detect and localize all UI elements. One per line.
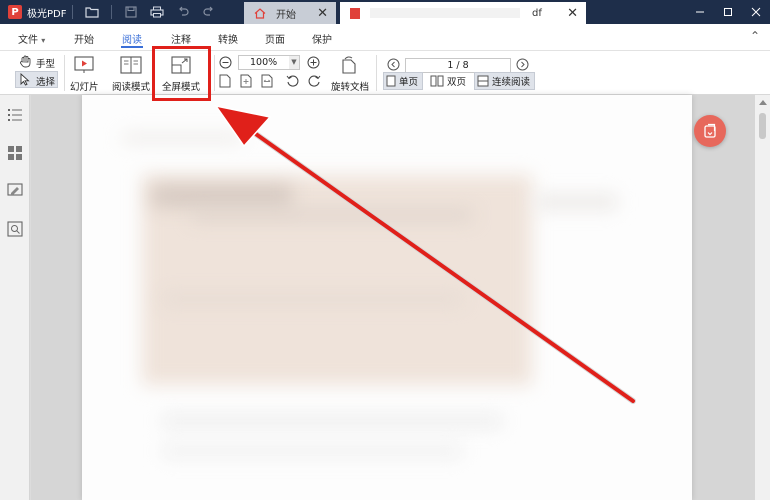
blurred-text-line: [537, 195, 617, 209]
separator: [376, 55, 377, 91]
book-icon[interactable]: [120, 56, 142, 77]
floating-convert-button[interactable]: [694, 115, 726, 147]
hand-tool-label[interactable]: 手型: [36, 56, 55, 70]
pdf-file-icon: [350, 7, 360, 19]
left-sidebar: [0, 95, 30, 500]
vertical-scrollbar[interactable]: [755, 95, 770, 500]
continuous-reading-icon: [477, 75, 489, 87]
tab-document[interactable]: df ✕: [340, 2, 586, 24]
page-number-input[interactable]: 1 / 8: [405, 58, 511, 73]
zoom-select[interactable]: 100% ▼: [238, 55, 300, 70]
single-page-icon: [386, 75, 396, 87]
slideshow-icon[interactable]: [74, 56, 94, 77]
collapse-ribbon-icon[interactable]: ⌃: [750, 29, 760, 43]
menu-page[interactable]: 页面: [265, 31, 285, 46]
continuous-reading-button[interactable]: 连续阅读: [474, 72, 536, 90]
rotate-right-icon[interactable]: [307, 74, 321, 91]
window-controls: [686, 0, 770, 24]
restore-icon[interactable]: [714, 0, 742, 24]
rotate-left-icon[interactable]: [286, 74, 300, 91]
pdf-logo-icon: P: [8, 5, 22, 19]
double-page-button[interactable]: 双页: [428, 72, 470, 90]
tab-home[interactable]: 开始 ✕: [244, 2, 336, 24]
annotations-icon[interactable]: [7, 183, 23, 199]
menu-convert[interactable]: 转换: [218, 31, 238, 46]
close-icon[interactable]: ✕: [317, 6, 328, 21]
scroll-up-icon[interactable]: [759, 100, 767, 105]
menu-protect[interactable]: 保护: [312, 31, 332, 46]
actual-size-icon[interactable]: [219, 74, 231, 91]
menu-read[interactable]: 阅读: [122, 31, 142, 46]
redo-icon[interactable]: [196, 0, 222, 24]
blurred-heading: [152, 185, 292, 207]
tab-home-label: 开始: [276, 9, 296, 21]
blurred-text-line: [162, 415, 502, 427]
separator: [111, 5, 113, 19]
convert-icon: [702, 123, 718, 139]
undo-icon[interactable]: [170, 0, 196, 24]
thumbnails-icon[interactable]: [7, 145, 23, 161]
menu-start[interactable]: 开始: [74, 31, 94, 46]
home-icon: [254, 7, 266, 19]
print-icon[interactable]: [144, 0, 170, 24]
rotate-document-label[interactable]: 旋转文档: [331, 79, 369, 93]
separator: [64, 55, 65, 91]
document-name-redacted: [370, 8, 520, 18]
fit-page-icon[interactable]: [240, 74, 252, 91]
outline-icon[interactable]: [7, 107, 23, 123]
menu-annotate[interactable]: 注释: [171, 31, 191, 46]
app-name: 极光PDF: [27, 8, 67, 20]
reading-mode-label[interactable]: 阅读模式: [112, 79, 150, 93]
hand-icon: [19, 55, 32, 71]
single-page-button[interactable]: 单页: [383, 72, 424, 90]
pdf-page[interactable]: [82, 95, 692, 500]
blurred-text-line: [162, 295, 462, 303]
menu-bar: 文件 ▾ 开始 阅读 注释 转换 页面 保护 ⌃: [0, 24, 770, 51]
rotate-document-icon[interactable]: [339, 56, 359, 77]
folder-icon[interactable]: [79, 0, 105, 24]
double-page-icon: [430, 75, 444, 87]
blurred-text-line: [192, 210, 472, 220]
menu-file[interactable]: 文件 ▾: [18, 31, 45, 46]
search-icon[interactable]: [7, 221, 23, 237]
separator: [72, 5, 74, 19]
blurred-text-line: [122, 135, 242, 141]
active-menu-underline: [121, 46, 143, 48]
separator: [214, 55, 215, 91]
blurred-text-line: [162, 445, 462, 457]
select-tool-label: 选择: [36, 77, 56, 88]
window-close-icon[interactable]: [742, 0, 770, 24]
annotation-highlight-box: [152, 46, 211, 101]
double-page-label: 双页: [447, 77, 467, 88]
save-icon[interactable]: [118, 0, 144, 24]
minimize-icon[interactable]: [686, 0, 714, 24]
chevron-down-icon[interactable]: ▼: [289, 56, 299, 69]
cursor-icon: [19, 72, 31, 89]
continuous-reading-label: 连续阅读: [492, 77, 531, 88]
zoom-in-icon[interactable]: [307, 56, 320, 72]
close-icon[interactable]: ✕: [567, 6, 578, 21]
zoom-out-icon[interactable]: [219, 56, 232, 72]
title-bar: P 极光PDF 开始 ✕ df ✕: [0, 0, 770, 24]
single-page-label: 单页: [399, 77, 419, 88]
scrollbar-thumb[interactable]: [759, 113, 766, 139]
tab-document-label: df: [532, 7, 542, 19]
fit-width-icon[interactable]: [261, 74, 273, 91]
zoom-value: 100%: [250, 57, 278, 68]
slideshow-label[interactable]: 幻灯片: [70, 79, 99, 93]
